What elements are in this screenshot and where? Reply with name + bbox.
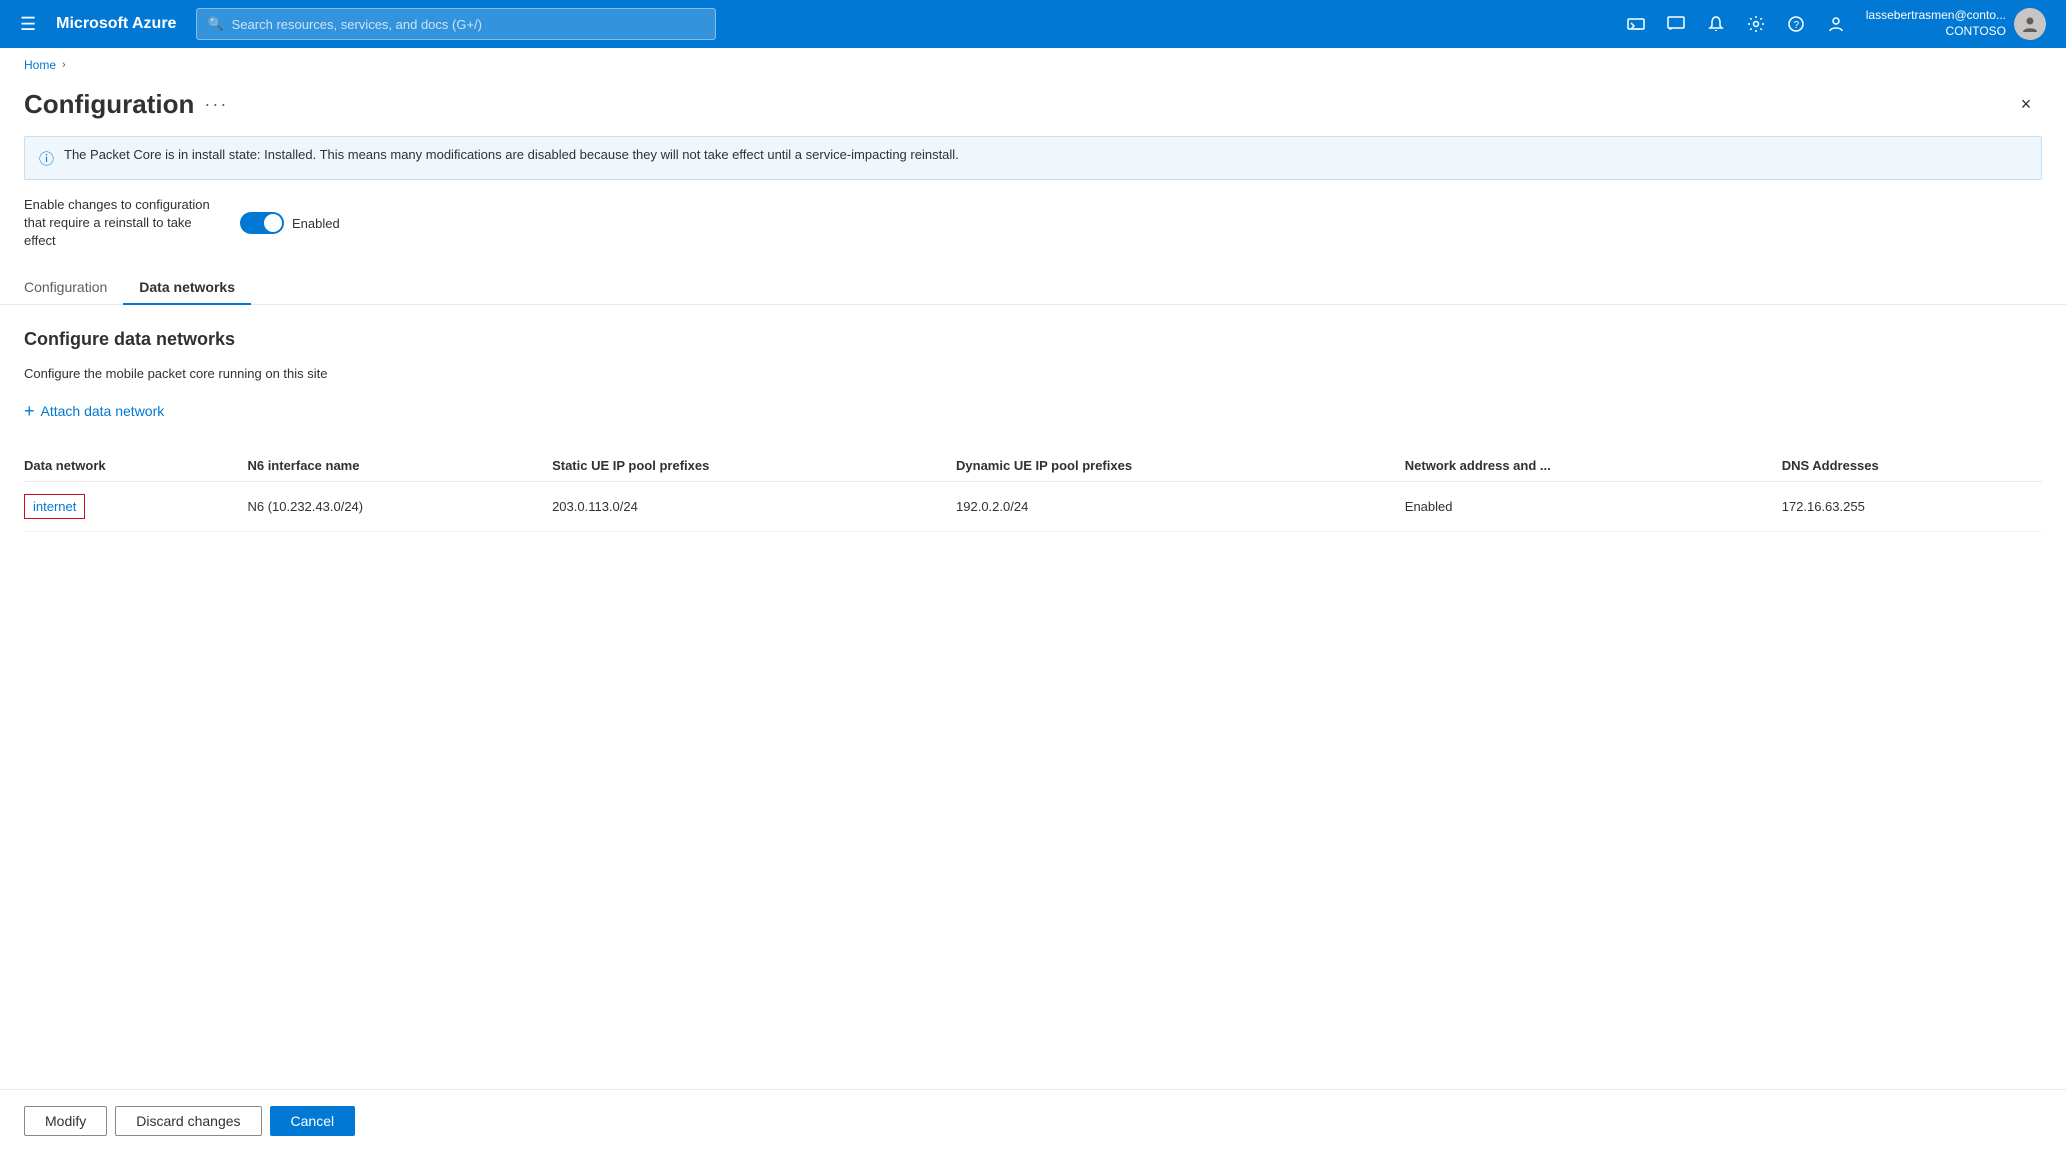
info-banner: ⓘ The Packet Core is in install state: I… bbox=[24, 136, 2042, 180]
breadcrumb-home[interactable]: Home bbox=[24, 58, 56, 72]
info-banner-text: The Packet Core is in install state: Ins… bbox=[64, 147, 959, 162]
search-input[interactable] bbox=[232, 17, 706, 32]
col-header-static-ue: Static UE IP pool prefixes bbox=[552, 450, 956, 482]
tab-data-networks[interactable]: Data networks bbox=[123, 271, 251, 305]
search-bar[interactable]: 🔍 bbox=[196, 8, 716, 40]
toggle-slider bbox=[240, 212, 284, 234]
cancel-button[interactable]: Cancel bbox=[270, 1106, 356, 1136]
azure-logo: Microsoft Azure bbox=[56, 15, 176, 33]
table-row: internet N6 (10.232.43.0/24) 203.0.113.0… bbox=[24, 481, 2042, 531]
data-networks-table: Data network N6 interface name Static UE… bbox=[24, 450, 2042, 532]
discard-changes-button[interactable]: Discard changes bbox=[115, 1106, 261, 1136]
enable-label: Enable changes to configuration that req… bbox=[24, 196, 224, 251]
cell-dns: 172.16.63.255 bbox=[1782, 481, 2042, 531]
help-icon[interactable]: ? bbox=[1778, 6, 1814, 42]
svg-text:?: ? bbox=[1793, 20, 1799, 31]
topbar-icons: ? lassebertrasmen@conto... CONTOSO bbox=[1618, 6, 2054, 42]
cell-n6-interface: N6 (10.232.43.0/24) bbox=[247, 481, 552, 531]
toggle-text: Enabled bbox=[292, 216, 340, 231]
breadcrumb: Home › bbox=[0, 48, 2066, 72]
settings-icon[interactable] bbox=[1738, 6, 1774, 42]
tabs: Configuration Data networks bbox=[0, 251, 2066, 305]
col-header-n6-interface: N6 interface name bbox=[247, 450, 552, 482]
directory-icon[interactable] bbox=[1818, 6, 1854, 42]
notifications-icon[interactable] bbox=[1698, 6, 1734, 42]
page-title: Configuration bbox=[24, 89, 194, 120]
user-info: lassebertrasmen@conto... CONTOSO bbox=[1866, 8, 2006, 39]
close-button[interactable]: × bbox=[2010, 88, 2042, 120]
user-profile[interactable]: lassebertrasmen@conto... CONTOSO bbox=[1858, 8, 2054, 40]
cell-static-ue: 203.0.113.0/24 bbox=[552, 481, 956, 531]
table-header-row: Data network N6 interface name Static UE… bbox=[24, 450, 2042, 482]
page-header: Configuration ··· × bbox=[0, 72, 2066, 120]
user-name: lassebertrasmen@conto... bbox=[1866, 8, 2006, 24]
topbar: ☰ Microsoft Azure 🔍 ? lassebertrasmen@co… bbox=[0, 0, 2066, 48]
cell-dynamic-ue: 192.0.2.0/24 bbox=[956, 481, 1405, 531]
section-desc: Configure the mobile packet core running… bbox=[24, 366, 2042, 381]
section-title: Configure data networks bbox=[24, 329, 2042, 350]
footer: Modify Discard changes Cancel bbox=[0, 1089, 2066, 1152]
info-icon: ⓘ bbox=[39, 148, 54, 169]
col-header-network-address: Network address and ... bbox=[1405, 450, 1782, 482]
cell-network-address: Enabled bbox=[1405, 481, 1782, 531]
hamburger-menu[interactable]: ☰ bbox=[12, 10, 44, 39]
internet-link[interactable]: internet bbox=[24, 494, 85, 519]
cell-data-network: internet bbox=[24, 481, 247, 531]
page-header-left: Configuration ··· bbox=[24, 89, 228, 120]
toggle-wrapper: Enabled bbox=[240, 212, 340, 234]
reinstall-toggle[interactable] bbox=[240, 212, 284, 234]
plus-icon: + bbox=[24, 401, 35, 422]
col-header-dynamic-ue: Dynamic UE IP pool prefixes bbox=[956, 450, 1405, 482]
col-header-dns: DNS Addresses bbox=[1782, 450, 2042, 482]
attach-label: Attach data network bbox=[41, 403, 165, 419]
modify-button[interactable]: Modify bbox=[24, 1106, 107, 1136]
avatar bbox=[2014, 8, 2046, 40]
attach-data-network-button[interactable]: + Attach data network bbox=[24, 397, 164, 426]
more-options-button[interactable]: ··· bbox=[204, 94, 228, 115]
enable-changes-row: Enable changes to configuration that req… bbox=[0, 180, 2066, 251]
feedback-icon[interactable] bbox=[1658, 6, 1694, 42]
cloud-shell-icon[interactable] bbox=[1618, 6, 1654, 42]
col-header-data-network: Data network bbox=[24, 450, 247, 482]
search-icon: 🔍 bbox=[207, 16, 223, 32]
user-org: CONTOSO bbox=[1866, 24, 2006, 40]
breadcrumb-separator: › bbox=[62, 59, 66, 71]
main-content: Configure data networks Configure the mo… bbox=[0, 305, 2066, 532]
tab-configuration[interactable]: Configuration bbox=[24, 271, 123, 305]
